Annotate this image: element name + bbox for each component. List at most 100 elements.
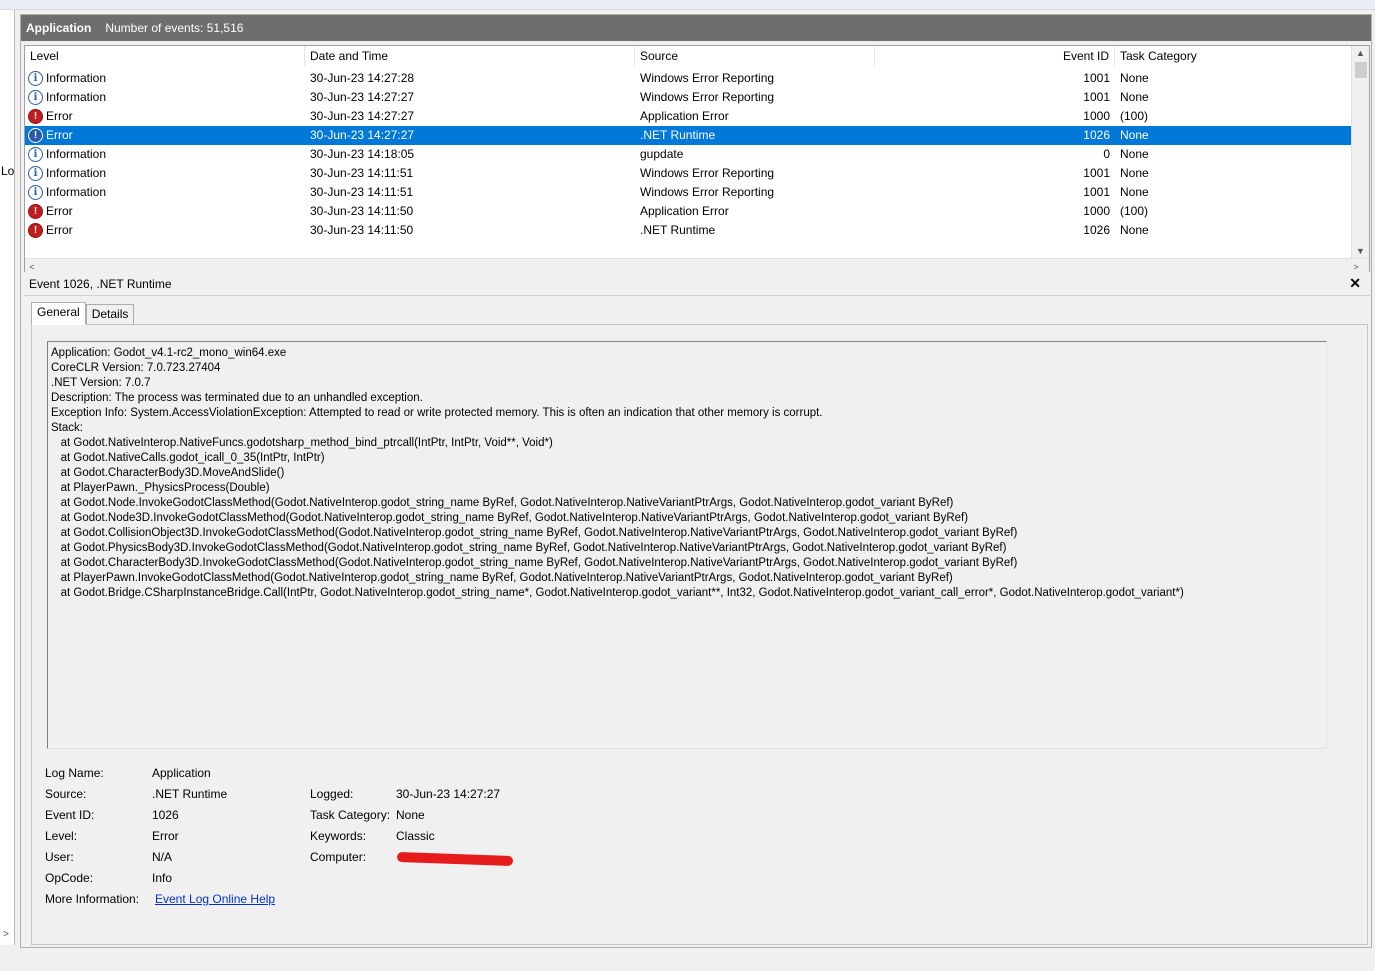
cell-task-category: None xyxy=(1120,166,1149,180)
cell-level-text: Information xyxy=(46,166,107,180)
description-line: Exception Info: System.AccessViolationEx… xyxy=(51,407,823,419)
column-header-task-category[interactable]: Task Category xyxy=(1115,46,1351,66)
table-row[interactable]: i Information 30-Jun-23 14:18:05 gupdate 0 No… xyxy=(25,145,1351,164)
cell-source: Windows Error Reporting xyxy=(640,185,775,199)
log-title-bar: Application Number of events: 51,516 xyxy=(21,15,1371,41)
description-line: CoreCLR Version: 7.0.723.27404 xyxy=(51,362,221,374)
description-line: at Godot.NativeInterop.NativeFuncs.godot… xyxy=(51,437,553,449)
user-value: N/A xyxy=(152,850,173,864)
cell-source: Windows Error Reporting xyxy=(640,71,775,85)
cell-task-category: (100) xyxy=(1120,109,1149,123)
computer-label: Computer: xyxy=(310,850,367,864)
chevron-right-icon[interactable]: > xyxy=(3,929,9,940)
cell-level-text: Error xyxy=(46,128,73,142)
log-name: Application xyxy=(26,21,92,35)
cell-source: gupdate xyxy=(640,147,684,161)
info-icon: i xyxy=(28,147,43,162)
user-label: User: xyxy=(45,850,74,864)
scroll-thumb[interactable] xyxy=(1355,62,1367,78)
opcode-label: OpCode: xyxy=(45,871,94,885)
description-line: at Godot.CharacterBody3D.InvokeGodotClas… xyxy=(51,557,1018,569)
detail-title: Event 1026, .NET Runtime xyxy=(29,276,172,291)
detail-header: Event 1026, .NET Runtime ✕ xyxy=(24,272,1370,296)
cell-event-id: 1001 xyxy=(1083,71,1110,85)
top-strip xyxy=(0,0,1375,10)
error-icon: ! xyxy=(28,109,43,124)
computer-value-redaction xyxy=(396,851,514,867)
cell-task-category: None xyxy=(1120,128,1149,142)
table-row[interactable]: i Information 30-Jun-23 14:11:51 Windows Er… xyxy=(25,183,1351,202)
table-row[interactable]: i Information 30-Jun-23 14:11:51 Windows Er… xyxy=(25,164,1351,183)
event-count: Number of events: 51,516 xyxy=(105,21,244,35)
table-row[interactable]: ! Error 30-Jun-23 14:27:27 Application Erro… xyxy=(25,107,1351,126)
column-header-date[interactable]: Date and Time xyxy=(305,46,635,66)
log-name-value: Application xyxy=(152,766,211,780)
cell-date: 30-Jun-23 14:18:05 xyxy=(310,147,415,161)
task-category-label: Task Category: xyxy=(310,808,391,822)
column-header-event-id[interactable]: Event ID xyxy=(875,46,1115,66)
info-icon: i xyxy=(28,71,43,86)
table-row[interactable]: i Information 30-Jun-23 14:27:28 Windows Er… xyxy=(25,69,1351,88)
cell-event-id: 1026 xyxy=(1083,223,1110,237)
log-name-label: Log Name: xyxy=(45,766,104,780)
column-header-source[interactable]: Source xyxy=(635,46,875,66)
description-line: at Godot.Node.InvokeGodotClassMethod(God… xyxy=(51,497,954,509)
description-line: at PlayerPawn._PhysicsProcess(Double) xyxy=(51,482,270,494)
keywords-label: Keywords: xyxy=(310,829,367,843)
error-icon: ! xyxy=(28,128,43,143)
description-line: at Godot.Node3D.InvokeGodotClassMethod(G… xyxy=(51,512,969,524)
level-value: Error xyxy=(152,829,179,843)
cell-level-text: Error xyxy=(46,223,73,237)
error-icon: ! xyxy=(28,223,43,238)
cell-task-category: None xyxy=(1120,147,1149,161)
cell-task-category: None xyxy=(1120,90,1149,104)
cell-level: i Information xyxy=(25,145,305,164)
task-category-value: None xyxy=(396,808,425,822)
status-strip xyxy=(0,950,1375,971)
table-row[interactable]: i Information 30-Jun-23 14:27:27 Windows Er… xyxy=(25,88,1351,107)
cell-date: 30-Jun-23 14:11:51 xyxy=(310,166,414,180)
column-header-level[interactable]: Level xyxy=(25,46,305,66)
cell-task-category: None xyxy=(1120,185,1149,199)
keywords-value: Classic xyxy=(396,829,435,843)
cell-date: 30-Jun-23 14:27:28 xyxy=(310,71,415,85)
tab-general[interactable]: General xyxy=(31,302,86,325)
cell-event-id: 1000 xyxy=(1083,109,1110,123)
description-line: Description: The process was terminated … xyxy=(51,392,423,404)
event-grid: Level Date and Time Source Event ID Task… xyxy=(24,45,1370,275)
cell-level: ! Error xyxy=(25,221,305,240)
table-row[interactable]: ! Error 30-Jun-23 14:11:50 .NET Runtime 1026… xyxy=(25,221,1351,240)
cell-date: 30-Jun-23 14:27:27 xyxy=(310,90,415,104)
cell-source: Windows Error Reporting xyxy=(640,90,775,104)
error-icon: ! xyxy=(28,204,43,219)
info-icon: i xyxy=(28,166,43,181)
scroll-down-icon[interactable]: ▼ xyxy=(1352,244,1369,258)
scroll-up-icon[interactable]: ▲ xyxy=(1352,46,1369,60)
description-line: at Godot.CollisionObject3D.InvokeGodotCl… xyxy=(51,527,1018,539)
cell-event-id: 1000 xyxy=(1083,204,1110,218)
info-icon: i xyxy=(28,90,43,105)
close-icon[interactable]: ✕ xyxy=(1349,275,1361,292)
logged-value: 30-Jun-23 14:27:27 xyxy=(396,787,501,801)
opcode-value: Info xyxy=(152,871,173,885)
cell-level-text: Error xyxy=(46,109,73,123)
description-line: Application: Godot_v4.1-rc2_mono_win64.e… xyxy=(51,347,287,359)
cell-date: 30-Jun-23 14:27:27 xyxy=(310,128,415,142)
cell-event-id: 1001 xyxy=(1083,185,1110,199)
table-row[interactable]: ! Error 30-Jun-23 14:27:27 .NET Runtime 1026… xyxy=(25,126,1351,145)
description-line: at Godot.CharacterBody3D.MoveAndSlide() xyxy=(51,467,285,479)
tab-details[interactable]: Details xyxy=(85,304,135,324)
event-description-box[interactable]: Application: Godot_v4.1-rc2_mono_win64.e… xyxy=(47,341,1327,749)
cell-level-text: Information xyxy=(46,147,107,161)
table-row[interactable]: ! Error 30-Jun-23 14:11:50 Application Erro… xyxy=(25,202,1351,221)
cell-task-category: (100) xyxy=(1120,204,1149,218)
more-information-label: More Information: xyxy=(45,892,140,906)
cell-date: 30-Jun-23 14:27:27 xyxy=(310,109,415,123)
cell-event-id: 1001 xyxy=(1083,166,1110,180)
level-label: Level: xyxy=(45,829,78,843)
vertical-scrollbar[interactable]: ▲ ▼ xyxy=(1351,46,1369,258)
event-log-online-help-link[interactable]: Event Log Online Help xyxy=(155,892,275,906)
description-line: at Godot.Bridge.CSharpInstanceBridge.Cal… xyxy=(51,587,1184,599)
grid-header: Level Date and Time Source Event ID Task… xyxy=(25,46,1351,66)
source-value: .NET Runtime xyxy=(152,787,228,801)
